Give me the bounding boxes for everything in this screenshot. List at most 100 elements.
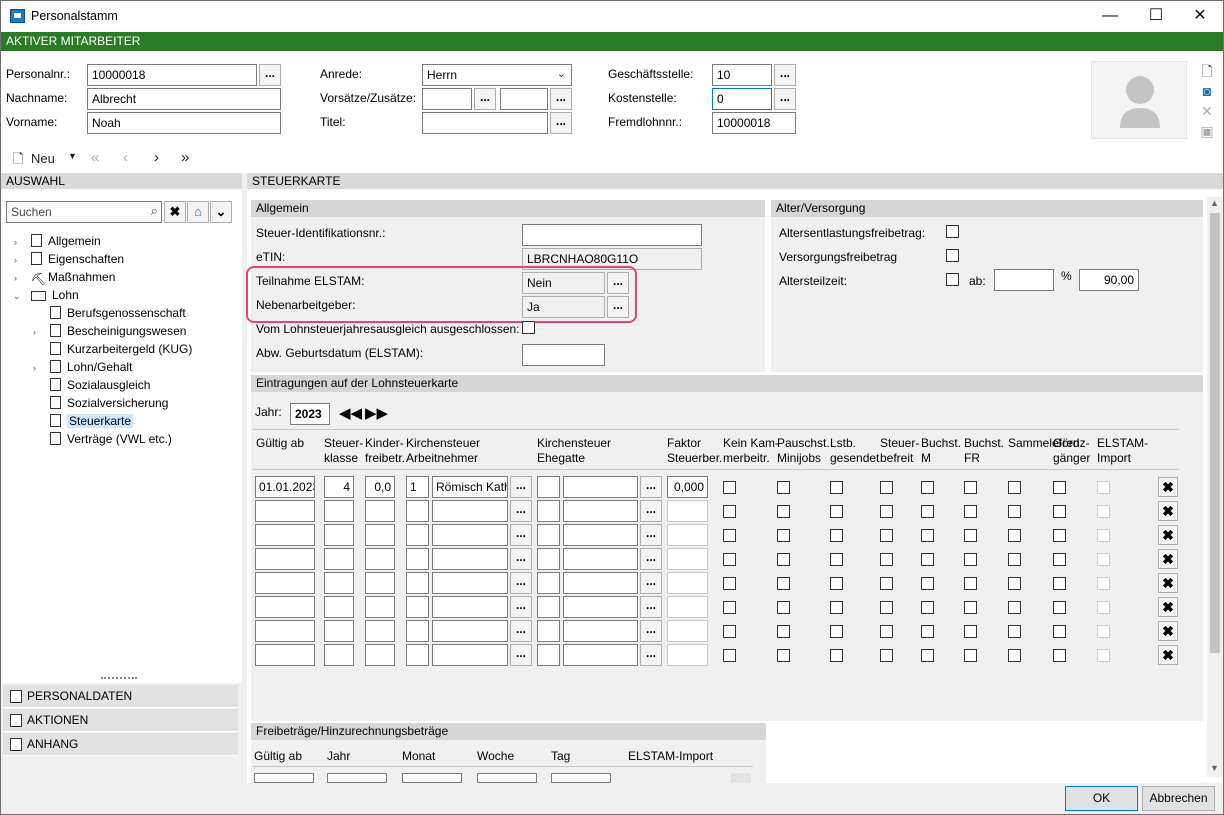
kirchensteuer-eheg-input[interactable] (563, 572, 638, 594)
tree-item-kurzarbeitergeld[interactable]: Kurzarbeitergeld (KUG) (50, 340, 192, 358)
delete-photo-icon[interactable]: ✕ (1199, 103, 1215, 119)
flag-checkbox-buchst-m[interactable] (921, 601, 934, 614)
delete-row-button[interactable]: ✖ (1158, 477, 1178, 497)
flag-checkbox-kein-kammerbeitrag[interactable] (723, 577, 736, 590)
clear-search-button[interactable]: ✖ (164, 201, 186, 223)
flag-checkbox-buchst-m[interactable] (921, 625, 934, 638)
kirchensteuer-eheg-input[interactable] (563, 476, 638, 498)
kinderfreibetrag-input[interactable] (365, 524, 395, 546)
vorname-input[interactable]: Noah (87, 112, 281, 134)
kirchensteuer-eheg-input[interactable] (563, 548, 638, 570)
steuerklasse-input[interactable] (324, 644, 354, 666)
flag-checkbox-sammelbefoerd[interactable] (1008, 649, 1021, 662)
flag-checkbox-pauschst-minijobs[interactable] (777, 505, 790, 518)
kirchensteuer-eheg-input[interactable] (563, 620, 638, 642)
minimize-button[interactable]: — (1087, 1, 1133, 32)
kirchensteuer-an-lookup-button[interactable]: ... (510, 548, 532, 570)
delete-row-button[interactable]: ✖ (1158, 621, 1178, 641)
flag-checkbox-lstb-gesendet[interactable] (830, 481, 843, 494)
flag-checkbox-kein-kammerbeitrag[interactable] (723, 649, 736, 662)
fb-monat-input[interactable] (402, 773, 462, 783)
kirchensteuer-an-lookup-button[interactable]: ... (510, 524, 532, 546)
flag-checkbox-buchst-m[interactable] (921, 505, 934, 518)
kirchensteuer-eheg-lookup-button[interactable]: ... (640, 596, 662, 618)
flag-checkbox-sammelbefoerd[interactable] (1008, 553, 1021, 566)
gueltig-ab-input[interactable] (255, 524, 315, 546)
fb-jahr-input[interactable] (327, 773, 387, 783)
tree-item-steuerkarte[interactable]: Steuerkarte (50, 412, 133, 430)
geschaeftsstelle-lookup-button[interactable]: ... (774, 64, 796, 86)
flag-checkbox-buchst-fr[interactable] (964, 553, 977, 566)
flag-checkbox-kein-kammerbeitrag[interactable] (723, 601, 736, 614)
kirchensteuer-an-lookup-button[interactable]: ... (510, 596, 532, 618)
kirchensteuer-eheg-input[interactable] (563, 524, 638, 546)
faktor-input[interactable]: 0,000 (667, 476, 708, 498)
flag-checkbox-buchst-fr[interactable] (964, 625, 977, 638)
flag-checkbox-pauschst-minijobs[interactable] (777, 625, 790, 638)
kirchensteuer-eheg-input[interactable] (563, 596, 638, 618)
expand-all-button[interactable]: ⌄ (210, 201, 232, 223)
kirchensteuer-an-input[interactable] (432, 596, 508, 618)
expand-icon[interactable]: › (14, 255, 17, 265)
flag-checkbox-buchst-fr[interactable] (964, 481, 977, 494)
kirchensteuer-eheg-lookup-button[interactable]: ... (640, 548, 662, 570)
kinderfreibetrag-input[interactable] (365, 596, 395, 618)
gueltig-ab-input[interactable] (255, 620, 315, 642)
flag-checkbox-grenzgaenger[interactable] (1053, 529, 1066, 542)
kinderfreibetrag-input[interactable]: 0,0 (365, 476, 395, 498)
titel-lookup-button[interactable]: ... (550, 112, 572, 134)
tree-item-allgemein[interactable]: Allgemein (31, 232, 101, 250)
flag-checkbox-grenzgaenger[interactable] (1053, 505, 1066, 518)
kirchensteuer-eheg-lookup-button[interactable]: ... (640, 620, 662, 642)
flag-checkbox-steuerbefreit[interactable] (880, 601, 893, 614)
flag-checkbox-buchst-m[interactable] (921, 481, 934, 494)
geschaeftsstelle-input[interactable]: 10 (712, 64, 772, 86)
tree-item-sozialausgleich[interactable]: Sozialausgleich (50, 376, 150, 394)
kostenstelle-lookup-button[interactable]: ... (774, 88, 796, 110)
search-icon[interactable]: ⌕ (151, 203, 158, 219)
steuerklasse-input[interactable] (324, 620, 354, 642)
kirchensteuer-an-lookup-button[interactable]: ... (510, 476, 532, 498)
kirchensteuer-an-lookup-button[interactable]: ... (510, 500, 532, 522)
scroll-up-icon[interactable]: ▲ (1210, 198, 1219, 208)
kirchensteuer-eheg-input[interactable] (563, 644, 638, 666)
tree-item-vertraege[interactable]: Verträge (VWL etc.) (50, 430, 172, 448)
fb-woche-input[interactable] (477, 773, 537, 783)
close-button[interactable]: ✕ (1177, 1, 1223, 32)
nachname-input[interactable]: Albrecht (87, 88, 281, 110)
next-record-button[interactable]: › (154, 149, 159, 166)
kirchensteuer-an-code-input[interactable] (406, 596, 429, 618)
kirchensteuer-eheg-code-input[interactable] (537, 524, 560, 546)
kirchensteuer-an-input[interactable] (432, 524, 508, 546)
next-year-icon[interactable]: ▶▶ (365, 404, 388, 422)
delete-row-button[interactable]: ✖ (1158, 573, 1178, 593)
flag-checkbox-pauschst-minijobs[interactable] (777, 529, 790, 542)
kinderfreibetrag-input[interactable] (365, 548, 395, 570)
flag-checkbox-buchst-m[interactable] (921, 529, 934, 542)
zusaetze-lookup-button[interactable]: ... (550, 88, 572, 110)
first-record-button[interactable]: « (91, 149, 99, 166)
collapse-icon[interactable]: ⌄ (13, 291, 21, 302)
kirchensteuer-eheg-code-input[interactable] (537, 596, 560, 618)
tree-search-input[interactable]: Suchen ⌕ (6, 201, 162, 223)
kirchensteuer-eheg-lookup-button[interactable]: ... (640, 500, 662, 522)
kinderfreibetrag-input[interactable] (365, 644, 395, 666)
kirchensteuer-an-code-input[interactable] (406, 572, 429, 594)
flag-checkbox-grenzgaenger[interactable] (1053, 481, 1066, 494)
kirchensteuer-an-input[interactable]: Römisch Kath (432, 476, 508, 498)
save-photo-icon[interactable]: ▣ (1199, 123, 1215, 139)
previous-year-icon[interactable]: ◀◀ (339, 404, 362, 422)
flag-checkbox-steuerbefreit[interactable] (880, 553, 893, 566)
flag-checkbox-grenzgaenger[interactable] (1053, 553, 1066, 566)
steuer-id-input[interactable] (522, 224, 702, 246)
flag-checkbox-sammelbefoerd[interactable] (1008, 529, 1021, 542)
accordion-personaldaten[interactable]: PERSONALDATEN (3, 685, 238, 708)
kirchensteuer-eheg-code-input[interactable] (537, 572, 560, 594)
expand-icon[interactable]: › (14, 273, 17, 283)
flag-checkbox-steuerbefreit[interactable] (880, 505, 893, 518)
tree-item-bescheinigungswesen[interactable]: Bescheinigungswesen (50, 322, 186, 340)
ok-button[interactable]: OK (1065, 786, 1138, 811)
gueltig-ab-input[interactable] (255, 644, 315, 666)
flag-checkbox-sammelbefoerd[interactable] (1008, 625, 1021, 638)
faktor-input[interactable] (667, 548, 708, 570)
